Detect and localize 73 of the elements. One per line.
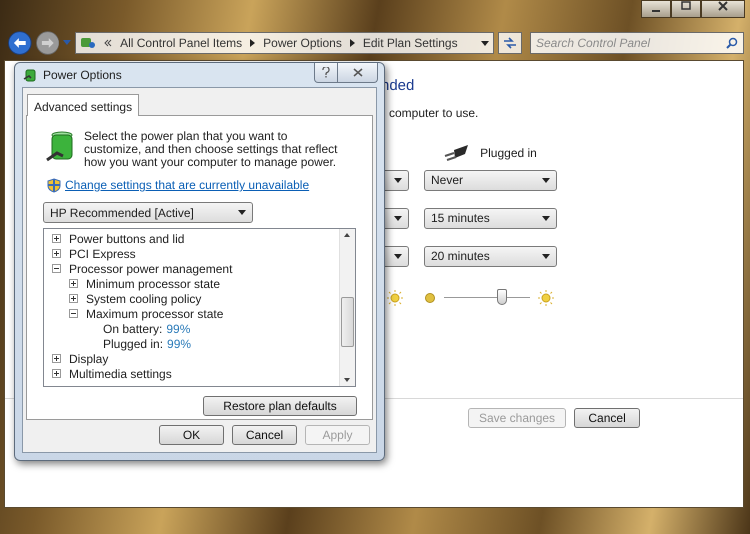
setting-value[interactable]: 99% <box>167 334 192 352</box>
close-icon <box>352 68 362 77</box>
forward-button[interactable] <box>36 31 60 55</box>
refresh-icon <box>503 37 518 49</box>
caret-icon[interactable] <box>481 40 490 46</box>
minimize-icon <box>652 10 660 12</box>
tree-item[interactable]: System cooling policy <box>86 290 202 308</box>
caret-icon <box>542 178 550 182</box>
caret-icon <box>394 178 402 182</box>
close-icon <box>718 1 728 11</box>
collapse-icon[interactable] <box>52 264 61 273</box>
separator-arrow-icon <box>250 39 256 47</box>
back-button[interactable] <box>8 31 32 55</box>
scrollbar[interactable] <box>339 229 355 386</box>
tree-item[interactable]: Multimedia settings <box>69 364 172 382</box>
maximize-icon <box>681 1 691 11</box>
dialog-button[interactable]: Cancel <box>574 408 640 428</box>
expand-icon[interactable] <box>69 294 78 303</box>
breadcrumb-item[interactable]: Power Options <box>263 34 342 52</box>
tree-item[interactable]: Maximum processor state <box>86 304 224 322</box>
separator-arrow-icon <box>350 39 355 47</box>
slider-thumb[interactable] <box>496 288 507 304</box>
setting-value[interactable]: 99% <box>166 320 190 338</box>
control-panel-icon <box>80 36 96 50</box>
caret-icon <box>542 216 550 220</box>
breadcrumb-item[interactable]: Edit Plan Settings <box>362 34 458 52</box>
maximize-button[interactable] <box>671 0 701 18</box>
restore-defaults-button[interactable]: Restore plan defaults <box>203 396 357 416</box>
intro-text: Select the power plan that you want to customize, and then choose settings that reflect how you want your computer to manage power. <box>84 130 338 169</box>
dim-brightness-icon <box>424 292 436 304</box>
tree-item[interactable]: Minimum processor state <box>86 274 220 292</box>
caret-icon <box>238 210 246 215</box>
sun-icon <box>538 290 554 306</box>
tree-item[interactable]: Processor power management <box>69 260 232 278</box>
search-icon[interactable] <box>726 37 738 49</box>
close-button[interactable] <box>701 0 745 18</box>
tree-item[interactable]: Power buttons and lid <box>69 230 184 248</box>
expand-icon[interactable] <box>52 354 61 363</box>
dialog-button[interactable]: Cancel <box>232 425 297 445</box>
close-button[interactable] <box>338 63 378 83</box>
tree-item[interactable]: Display <box>69 350 108 368</box>
caret-icon <box>542 254 550 258</box>
setting-label: On battery: <box>103 320 162 338</box>
collapse-icon[interactable] <box>69 309 78 318</box>
dropdown[interactable]: 15 minutes <box>424 208 557 228</box>
brightness-slider[interactable] <box>444 288 530 308</box>
description-text: computer to use. <box>389 104 480 122</box>
shield-icon <box>47 178 61 192</box>
refresh-button[interactable] <box>498 32 522 54</box>
column-header: Plugged in <box>480 144 537 162</box>
caret-icon <box>394 216 402 220</box>
chevron-icon <box>104 39 112 47</box>
tab[interactable]: Advanced settings <box>27 94 140 116</box>
setting-label: Plugged in: <box>103 336 164 352</box>
breadcrumb-item[interactable]: All Control Panel Items <box>120 34 242 52</box>
dialog-title: Power Options <box>43 67 122 84</box>
address-bar[interactable]: All Control Panel Items Power Options Edit Plan Settings <box>75 32 494 54</box>
sun-icon <box>387 290 403 306</box>
dialog-button[interactable]: OK <box>159 425 224 445</box>
dropdown[interactable]: 20 minutes <box>424 246 557 266</box>
expand-icon[interactable] <box>69 279 78 288</box>
expand-icon[interactable] <box>52 234 61 243</box>
expand-icon[interactable] <box>52 369 61 378</box>
expand-icon[interactable] <box>52 249 61 258</box>
admin-settings-link[interactable]: Change settings that are currently unavailable <box>65 176 310 194</box>
dropdown[interactable]: Never <box>424 170 557 190</box>
tree-item[interactable]: PCI Express <box>69 244 136 262</box>
help-button[interactable] <box>314 63 338 83</box>
help-icon <box>322 67 330 78</box>
caret-icon <box>394 254 402 258</box>
plan-dropdown[interactable]: HP Recommended [Active] <box>43 202 253 223</box>
search-field[interactable]: Search Control Panel <box>530 32 744 54</box>
minimize-button[interactable] <box>641 0 671 18</box>
